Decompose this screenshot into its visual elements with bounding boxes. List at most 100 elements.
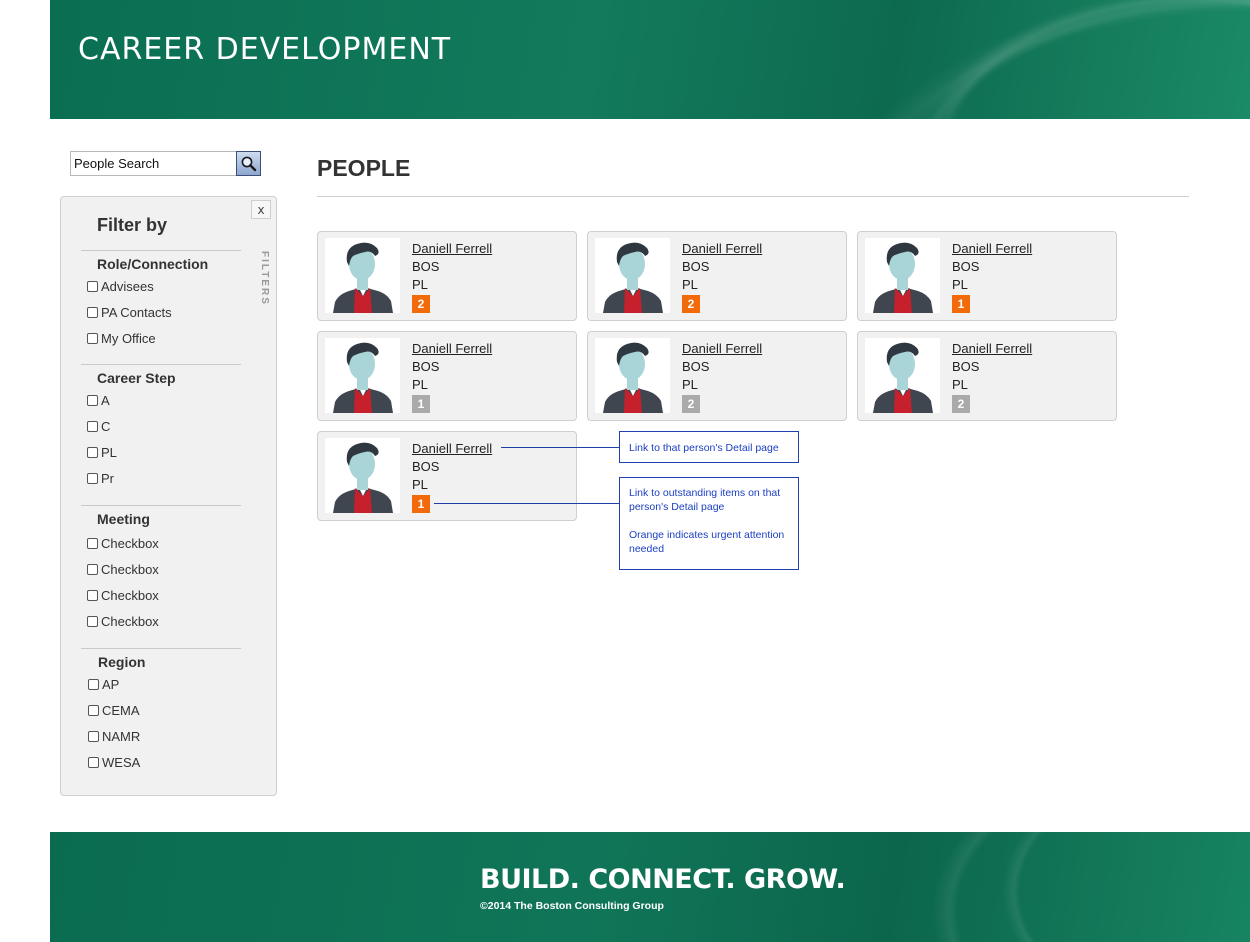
person-card: Daniell Ferrell BOS PL 2 — [587, 231, 847, 321]
filter-option-pr[interactable]: Pr — [87, 470, 114, 486]
avatar — [325, 338, 400, 413]
outstanding-items-badge[interactable]: 1 — [412, 495, 430, 513]
person-card: Daniell Ferrell BOS PL 1 — [317, 331, 577, 421]
filter-section-region: Region — [81, 648, 241, 670]
checkbox[interactable] — [87, 537, 98, 549]
search-button[interactable] — [236, 151, 261, 176]
checkbox[interactable] — [87, 563, 98, 575]
checkbox[interactable] — [88, 756, 99, 768]
app-title: CAREER DEVELOPMENT — [78, 32, 452, 67]
checkbox[interactable] — [87, 420, 98, 432]
filter-section-career-step: Career Step — [81, 364, 241, 386]
filter-option-label: CEMA — [102, 702, 140, 718]
filter-option-meeting-4[interactable]: Checkbox — [87, 613, 159, 629]
filter-option-advisees[interactable]: Advisees — [87, 278, 154, 294]
avatar — [325, 238, 400, 313]
filters-tab-label[interactable]: FILTERS — [256, 251, 270, 311]
filter-option-cema[interactable]: CEMA — [88, 702, 140, 718]
annotation-connector — [434, 503, 620, 504]
checkbox[interactable] — [87, 615, 98, 627]
outstanding-items-badge[interactable]: 2 — [412, 295, 430, 313]
checkbox[interactable] — [87, 446, 98, 458]
search-icon — [241, 156, 257, 172]
outstanding-items-badge[interactable]: 2 — [682, 395, 700, 413]
outstanding-items-badge[interactable]: 2 — [952, 395, 970, 413]
filter-close-button[interactable]: x — [251, 200, 271, 219]
checkbox[interactable] — [88, 730, 99, 742]
footer-copyright: ©2014 The Boston Consulting Group — [480, 900, 664, 912]
person-office: BOS — [412, 459, 440, 474]
person-name-link[interactable]: Daniell Ferrell — [412, 341, 492, 356]
person-name-link[interactable]: Daniell Ferrell — [952, 241, 1032, 256]
filter-option-meeting-1[interactable]: Checkbox — [87, 535, 159, 551]
filter-option-meeting-2[interactable]: Checkbox — [87, 561, 159, 577]
annotation-text: Link to outstanding items on that person… — [629, 487, 781, 513]
filter-option-label: NAMR — [102, 728, 141, 744]
filter-section-title: Region — [98, 654, 146, 670]
filter-section-title: Role/Connection — [97, 256, 209, 272]
filter-option-a[interactable]: A — [87, 392, 110, 408]
checkbox[interactable] — [88, 704, 99, 716]
filter-option-label: Checkbox — [101, 561, 159, 577]
filter-option-label: A — [101, 392, 110, 408]
person-name-link[interactable]: Daniell Ferrell — [412, 441, 492, 456]
filter-option-ap[interactable]: AP — [88, 676, 119, 692]
filter-section-meeting: Meeting — [81, 505, 241, 527]
filter-option-wesa[interactable]: WESA — [88, 754, 140, 770]
filter-section-title: Career Step — [97, 370, 176, 386]
checkbox[interactable] — [87, 589, 98, 601]
person-office: BOS — [952, 259, 980, 274]
person-career-step: PL — [952, 277, 968, 292]
person-card: Daniell Ferrell BOS PL 1 — [317, 431, 577, 521]
checkbox[interactable] — [88, 678, 99, 690]
person-career-step: PL — [682, 377, 698, 392]
search-input[interactable] — [71, 152, 237, 175]
filter-option-label: C — [101, 418, 111, 434]
checkbox[interactable] — [87, 280, 98, 292]
filter-option-label: PA Contacts — [101, 304, 172, 320]
filter-section-role: Role/Connection — [81, 250, 241, 272]
outstanding-items-badge[interactable]: 2 — [682, 295, 700, 313]
checkbox[interactable] — [87, 306, 98, 318]
checkbox[interactable] — [87, 332, 98, 344]
filter-option-c[interactable]: C — [87, 418, 110, 434]
checkbox[interactable] — [87, 472, 98, 484]
annotation-text: Orange indicates urgent attention needed — [629, 529, 785, 555]
person-office: BOS — [412, 259, 440, 274]
footer: BUILD. CONNECT. GROW. ©2014 The Boston C… — [50, 832, 1250, 942]
outstanding-items-badge[interactable]: 1 — [412, 395, 430, 413]
filter-option-label: Advisees — [101, 278, 154, 294]
person-office: BOS — [682, 259, 710, 274]
filter-option-pa-contacts[interactable]: PA Contacts — [87, 304, 172, 320]
person-name-link[interactable]: Daniell Ferrell — [682, 241, 762, 256]
person-office: BOS — [952, 359, 980, 374]
avatar — [595, 338, 670, 413]
filter-title: Filter by — [97, 215, 168, 235]
filter-option-pl[interactable]: PL — [87, 444, 117, 460]
person-career-step: PL — [412, 377, 428, 392]
title-divider — [317, 196, 1189, 197]
avatar — [865, 338, 940, 413]
person-name-link[interactable]: Daniell Ferrell — [412, 241, 492, 256]
person-office: BOS — [682, 359, 710, 374]
avatar — [325, 438, 400, 513]
annotation-text: Link to that person's Detail page — [629, 442, 779, 454]
filter-option-label: My Office — [101, 330, 156, 346]
filter-option-label: AP — [102, 676, 120, 692]
filter-option-namr[interactable]: NAMR — [88, 728, 140, 744]
person-card: Daniell Ferrell BOS PL 1 — [857, 231, 1117, 321]
person-card: Daniell Ferrell BOS PL 2 — [587, 331, 847, 421]
filter-panel: x FILTERS Filter by Role/Connection Advi… — [60, 196, 277, 796]
page-title: PEOPLE — [317, 155, 411, 181]
annotation-connector — [501, 447, 620, 448]
outstanding-items-badge[interactable]: 1 — [952, 295, 970, 313]
filter-option-my-office[interactable]: My Office — [87, 330, 156, 346]
filter-option-label: Checkbox — [101, 535, 159, 551]
avatar — [595, 238, 670, 313]
filter-option-label: Pr — [101, 470, 114, 486]
checkbox[interactable] — [87, 394, 98, 406]
person-name-link[interactable]: Daniell Ferrell — [682, 341, 762, 356]
person-career-step: PL — [952, 377, 968, 392]
filter-option-meeting-3[interactable]: Checkbox — [87, 587, 159, 603]
person-name-link[interactable]: Daniell Ferrell — [952, 341, 1032, 356]
